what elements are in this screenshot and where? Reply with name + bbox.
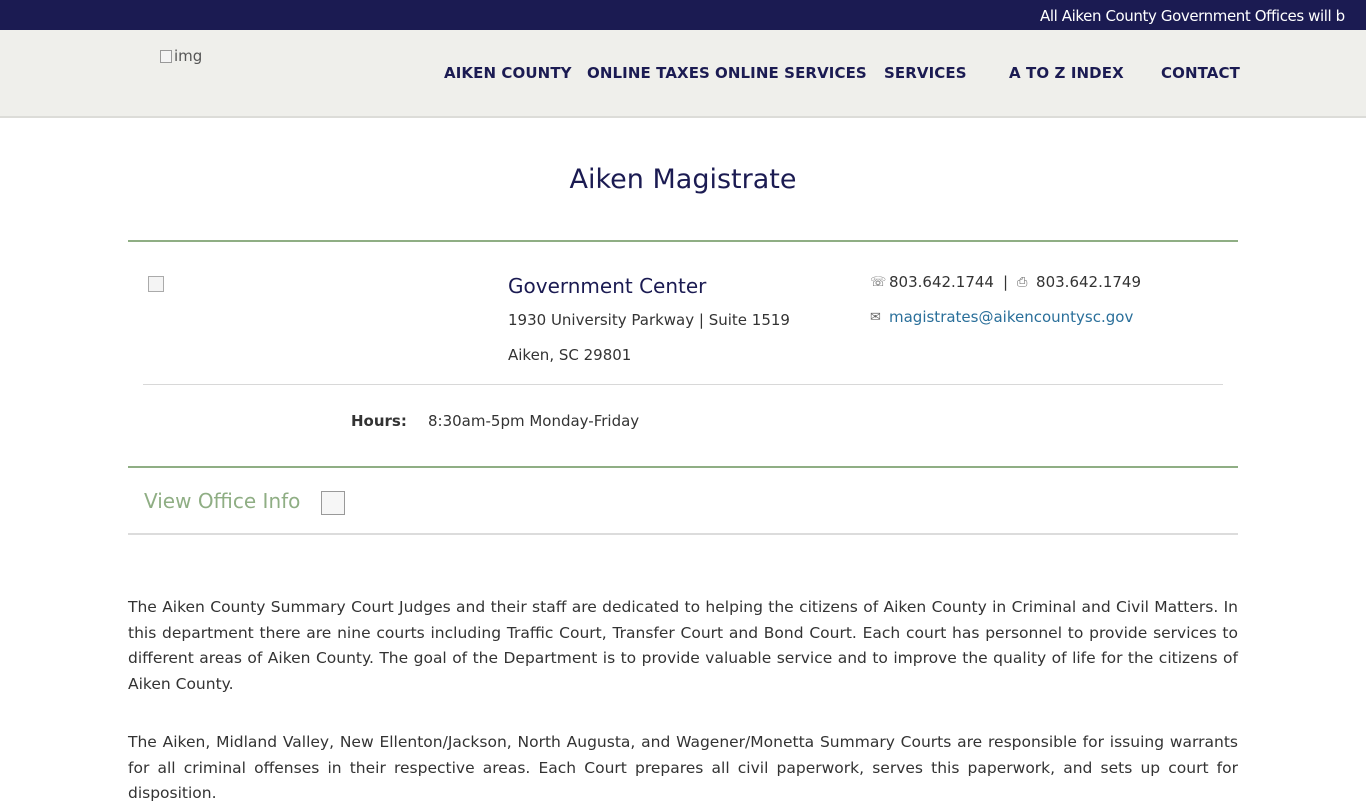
courts-paragraph: The Aiken, Midland Valley, New Ellenton/… <box>128 733 1238 802</box>
main-navbar: img AIKEN COUNTY ONLINE TAXES ONLINE SER… <box>0 30 1366 118</box>
office-photo <box>148 276 164 292</box>
office-inner-divider <box>143 384 1223 385</box>
email-line: ✉ magistrates@aikencountysc.gov <box>870 308 1133 326</box>
section-divider-top <box>128 240 1238 242</box>
phone-number[interactable]: 803.642.1744 <box>889 273 994 291</box>
envelope-icon: ✉ <box>870 309 881 325</box>
fax-number: 803.642.1749 <box>1036 273 1142 291</box>
expand-icon[interactable] <box>321 491 345 515</box>
announcement-ticker: All Aiken County Government Offices will… <box>0 0 1366 30</box>
broken-image-icon <box>160 49 172 63</box>
ticker-text: All Aiken County Government Offices will… <box>1040 7 1345 25</box>
address-line-1: 1930 University Parkway | Suite 1519 <box>508 311 790 329</box>
phone-fax-line: ☏ 803.642.1744 | ⎙ 803.642.1749 <box>870 273 1141 291</box>
view-office-info-toggle[interactable]: View Office Info <box>144 489 300 513</box>
nav-services[interactable]: SERVICES <box>884 64 967 82</box>
hours-label: Hours: <box>351 412 407 430</box>
section-divider-middle <box>128 466 1238 468</box>
page-title: Aiken Magistrate <box>569 164 797 195</box>
nav-a-to-z-index[interactable]: A TO Z INDEX <box>1009 64 1124 82</box>
separator: | <box>1002 273 1009 291</box>
hours-value: 8:30am-5pm Monday-Friday <box>428 412 640 430</box>
phone-icon: ☏ <box>870 274 887 290</box>
section-divider-bottom <box>128 533 1238 535</box>
logo-alt-text: img <box>174 47 203 65</box>
nav-online-taxes[interactable]: ONLINE TAXES <box>587 64 710 82</box>
nav-aiken-county[interactable]: AIKEN COUNTY <box>444 64 572 82</box>
nav-online-services[interactable]: ONLINE SERVICES <box>715 64 867 82</box>
nav-contact[interactable]: CONTACT <box>1161 64 1240 82</box>
address-line-2: Aiken, SC 29801 <box>508 346 632 364</box>
county-logo[interactable]: img <box>160 47 202 65</box>
location-name: Government Center <box>508 274 707 298</box>
intro-paragraph: The Aiken County Summary Court Judges an… <box>128 598 1238 693</box>
email-link[interactable]: magistrates@aikencountysc.gov <box>889 308 1133 326</box>
fax-icon: ⎙ <box>1017 274 1028 290</box>
